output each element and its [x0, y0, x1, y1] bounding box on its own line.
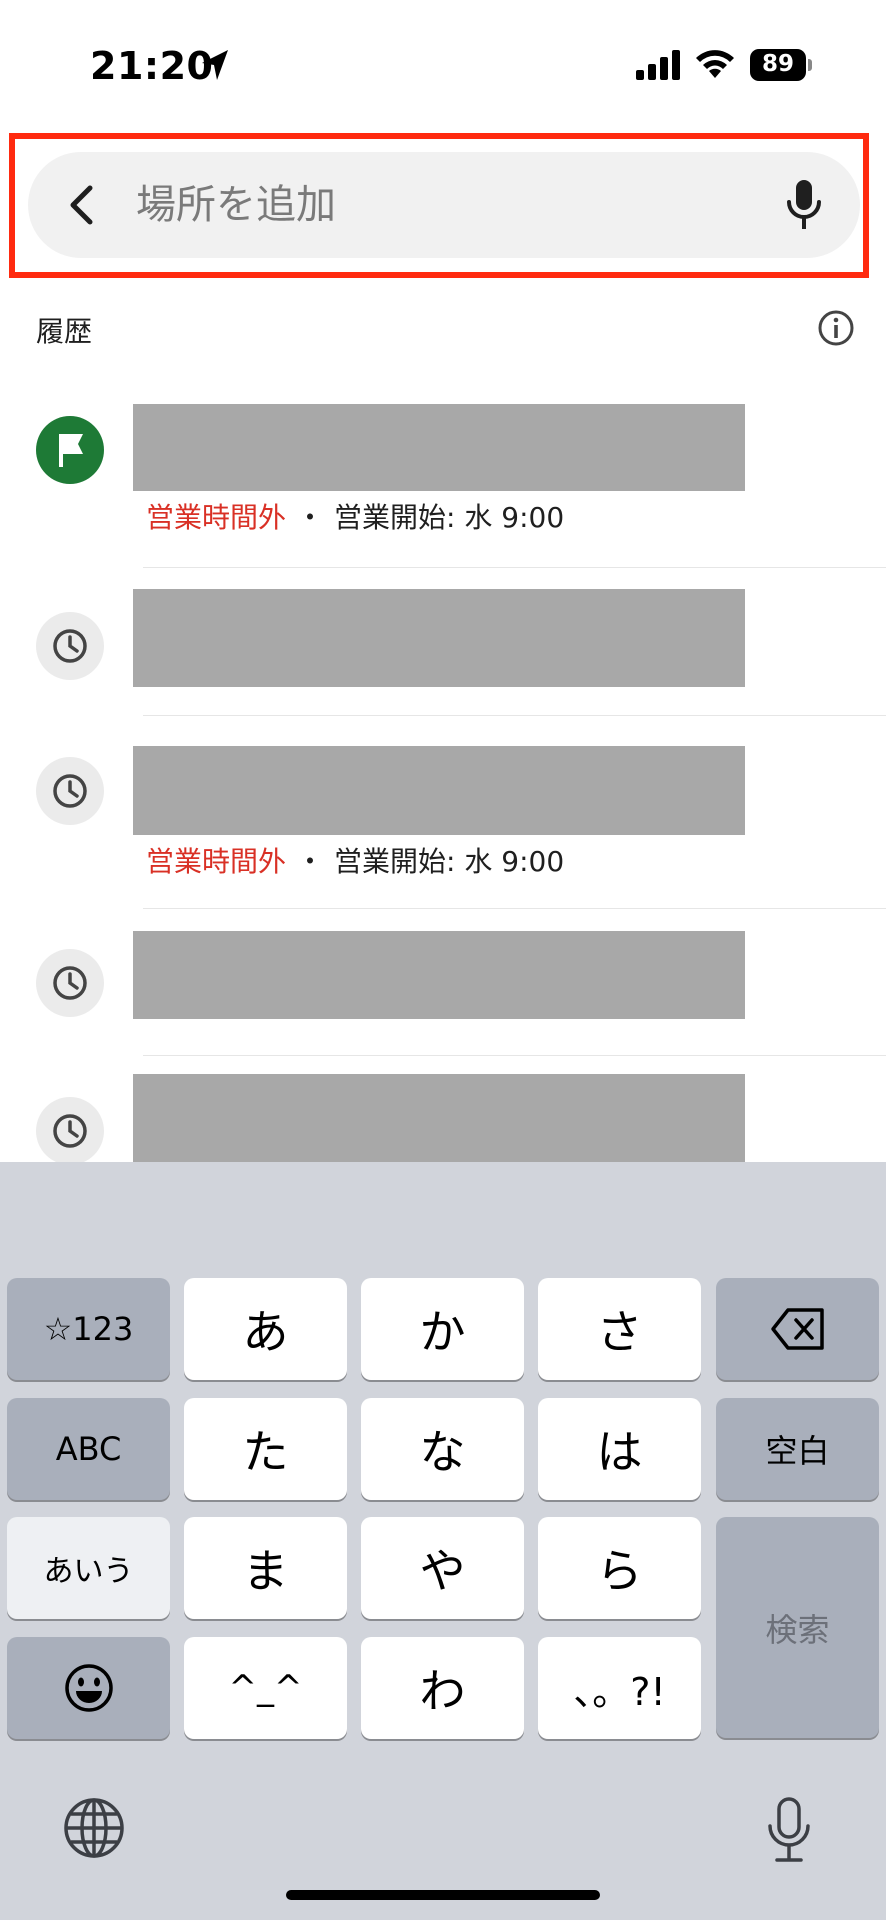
key-label: ま [242, 1544, 289, 1598]
flag-icon [36, 416, 104, 484]
key-na[interactable]: な [361, 1398, 524, 1500]
key-kana-mode[interactable]: あいう [7, 1517, 170, 1619]
key-ta[interactable]: た [184, 1398, 347, 1500]
keyboard: ☆123 あ か さ ABC た な は 空白 あいう ま や ら 検索 ^_^… [0, 1162, 886, 1920]
search-bar[interactable] [28, 152, 860, 258]
key-label: 、。?! [573, 1669, 666, 1714]
opens-at: 営業開始: 水 9:00 [334, 845, 565, 878]
opening-hours: 営業時間外・営業開始: 水 9:00 [146, 496, 564, 536]
key-punctuation[interactable]: 、。?! [538, 1637, 701, 1739]
closed-status: 営業時間外 [146, 501, 287, 534]
search-input[interactable] [136, 174, 696, 236]
emoji-key[interactable] [7, 1637, 170, 1739]
location-arrow-icon [202, 50, 228, 80]
globe-icon[interactable] [62, 1796, 126, 1860]
key-label: な [419, 1425, 466, 1479]
battery-icon: 89 [750, 49, 812, 81]
clock-icon [36, 949, 104, 1017]
dictation-mic-icon[interactable] [764, 1796, 814, 1864]
status-time: 21:20 [90, 44, 214, 88]
key-kaomoji[interactable]: ^_^ [184, 1637, 347, 1739]
key-ra[interactable]: ら [538, 1517, 701, 1619]
key-ka[interactable]: か [361, 1278, 524, 1380]
redacted-place-name [133, 931, 745, 1019]
key-symbols[interactable]: ☆123 [7, 1278, 170, 1380]
key-label: 検索 [765, 1610, 830, 1649]
key-label: あ [242, 1305, 289, 1359]
redacted-place-name [133, 746, 745, 835]
clock-icon [36, 1097, 104, 1162]
key-ma[interactable]: ま [184, 1517, 347, 1619]
key-label: ら [596, 1544, 643, 1598]
key-abc[interactable]: ABC [7, 1398, 170, 1500]
key-label: ^_^ [228, 1668, 303, 1708]
chevron-left-icon[interactable] [58, 180, 108, 230]
delete-key[interactable] [716, 1278, 879, 1380]
status-bar: 21:20 89 [0, 0, 886, 130]
key-label: あいう [43, 1554, 134, 1589]
history-item[interactable]: 営業時間外・営業開始: 水 9:00 [0, 716, 886, 908]
key-a[interactable]: あ [184, 1278, 347, 1380]
delete-icon [770, 1308, 824, 1350]
closed-status: 営業時間外 [146, 845, 287, 878]
key-label: 空白 [765, 1432, 830, 1470]
wifi-icon [696, 50, 734, 78]
key-ya[interactable]: や [361, 1517, 524, 1619]
key-label: や [419, 1544, 466, 1598]
separator: ・ [296, 845, 325, 878]
signal-icon [636, 50, 680, 80]
redacted-place-name [133, 589, 745, 687]
key-label: は [596, 1425, 643, 1479]
history-item[interactable]: 営業時間外・営業開始: 水 9:00 [0, 395, 886, 567]
history-item[interactable] [0, 1056, 886, 1162]
battery-level: 89 [761, 51, 794, 77]
redacted-place-name [133, 1074, 745, 1162]
clock-icon [36, 612, 104, 680]
key-label: さ [596, 1305, 643, 1359]
redacted-place-name [133, 404, 745, 491]
space-key[interactable]: 空白 [716, 1398, 879, 1500]
key-label: わ [419, 1664, 466, 1718]
separator: ・ [296, 501, 325, 534]
history-heading: 履歴 [36, 315, 93, 348]
key-label: か [419, 1305, 466, 1359]
history-item[interactable] [0, 909, 886, 1055]
opening-hours: 営業時間外・営業開始: 水 9:00 [146, 840, 564, 880]
info-icon[interactable] [817, 309, 855, 347]
home-indicator [286, 1890, 600, 1900]
key-ha[interactable]: は [538, 1398, 701, 1500]
search-key[interactable]: 検索 [716, 1517, 879, 1738]
emoji-icon [64, 1664, 113, 1712]
opens-at: 営業開始: 水 9:00 [334, 501, 565, 534]
key-label: ☆123 [43, 1310, 134, 1348]
clock-icon [36, 757, 104, 825]
key-label: ABC [55, 1430, 122, 1468]
microphone-icon[interactable] [784, 178, 824, 232]
key-sa[interactable]: さ [538, 1278, 701, 1380]
history-item[interactable] [0, 568, 886, 715]
key-label: た [242, 1425, 289, 1479]
key-wa[interactable]: わ [361, 1637, 524, 1739]
